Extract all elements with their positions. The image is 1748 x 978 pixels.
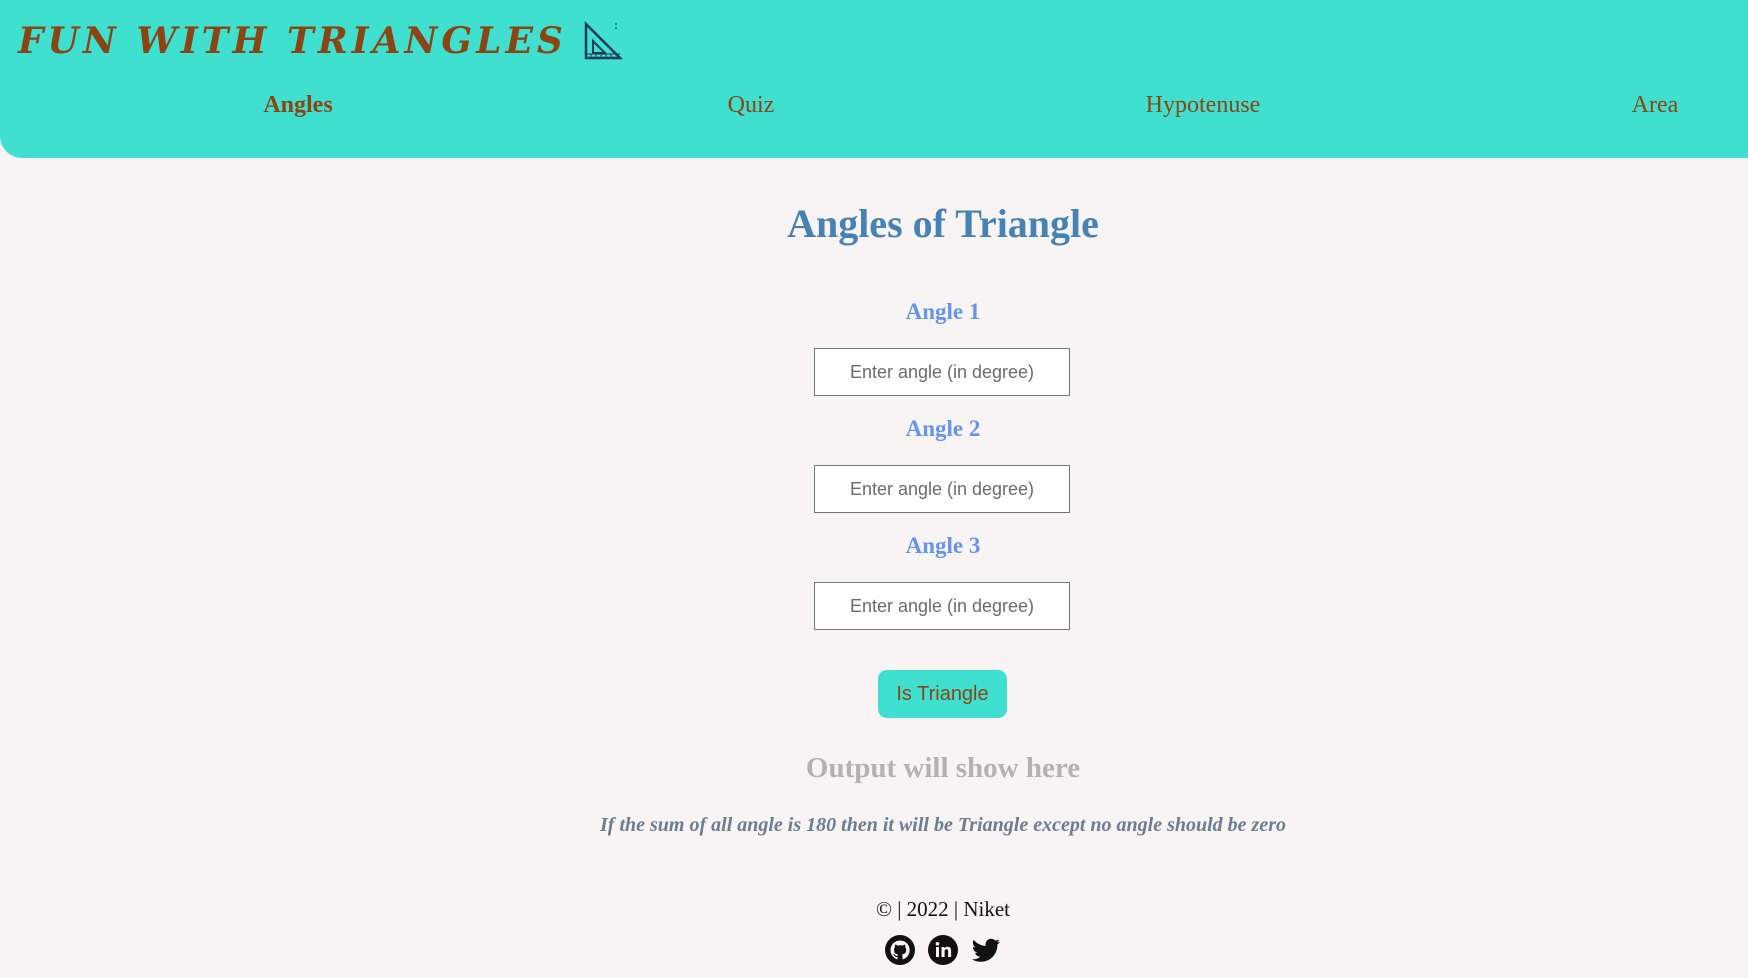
output-message: Output will show here [805,752,1081,784]
angle-1-label: Angle 1 [905,299,981,324]
angle-3-input[interactable] [814,582,1070,630]
social-links [884,934,1002,966]
set-square-icon [583,20,623,61]
brand-title: FUN WITH TRIANGLES [18,20,567,62]
angle-2-label: Angle 2 [905,416,981,441]
brand: FUN WITH TRIANGLES [18,20,623,62]
main-nav: Angles Quiz Hypotenuse Area [0,92,1748,128]
nav-area[interactable]: Area [1632,92,1679,119]
angle-3-label: Angle 3 [905,533,981,558]
github-icon[interactable] [884,934,916,966]
nav-angles[interactable]: Angles [263,92,332,119]
footer-copyright: © | 2022 | Niket [875,897,1011,921]
nav-hypotenuse[interactable]: Hypotenuse [1146,92,1261,119]
page-title: Angles of Triangle [787,201,1099,246]
nav-quiz[interactable]: Quiz [728,92,775,119]
angle-2-input[interactable] [814,465,1070,513]
twitter-icon[interactable] [970,934,1002,966]
site-header: FUN WITH TRIANGLES Angles Quiz Hypotenus… [0,0,1748,158]
is-triangle-button[interactable]: Is Triangle [878,670,1007,718]
rule-note: If the sum of all angle is 180 then it w… [600,814,1286,836]
angle-1-input[interactable] [814,348,1070,396]
linkedin-icon[interactable] [927,934,959,966]
